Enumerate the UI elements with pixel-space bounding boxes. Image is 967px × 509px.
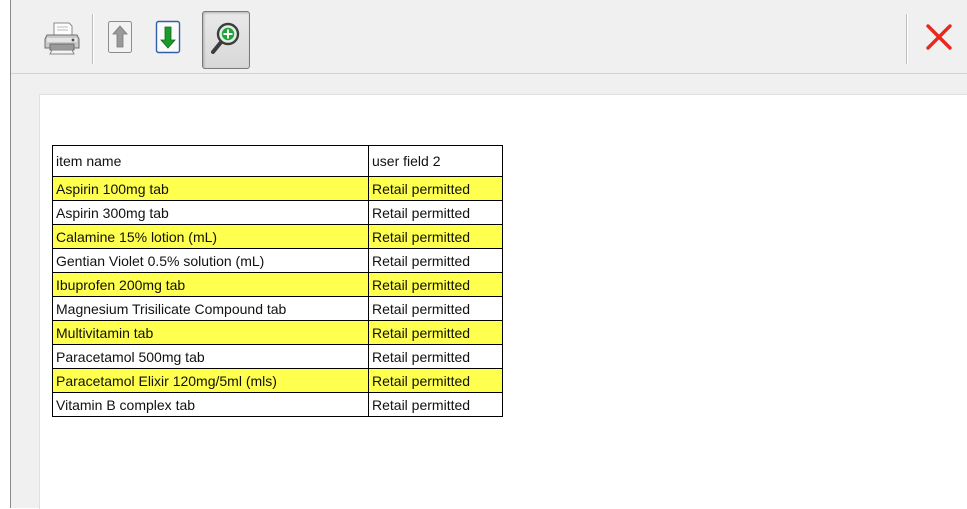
- item-name-cell: Magnesium Trisilicate Compound tab: [52, 296, 369, 321]
- user-field-2-cell: Retail permitted: [368, 344, 503, 369]
- print-button[interactable]: [40, 11, 84, 67]
- column-header-item-name: item name: [52, 145, 369, 177]
- item-name-cell: Calamine 15% lotion (mL): [52, 224, 369, 249]
- arrow-up-icon: [107, 20, 133, 59]
- item-name-cell: Vitamin B complex tab: [52, 392, 369, 417]
- item-name-cell: Ibuprofen 200mg tab: [52, 272, 369, 297]
- arrow-down-icon: [155, 20, 181, 59]
- table-row: Aspirin 100mg tab Retail permitted: [52, 176, 503, 201]
- table-header-row: item name user field 2: [52, 145, 503, 177]
- column-header-user-field-2: user field 2: [368, 145, 503, 177]
- page-down-button[interactable]: [146, 11, 190, 67]
- table-row: Magnesium Trisilicate Compound tab Retail…: [52, 296, 503, 321]
- table-row: Paracetamol Elixir 120mg/5ml (mls) Retail…: [52, 368, 503, 393]
- user-field-2-cell: Retail permitted: [368, 392, 503, 417]
- item-name-cell: Gentian Violet 0.5% solution (mL): [52, 248, 369, 273]
- item-name-cell: Paracetamol 500mg tab: [52, 344, 369, 369]
- close-button[interactable]: [914, 11, 964, 67]
- user-field-2-cell: Retail permitted: [368, 248, 503, 273]
- user-field-2-cell: Retail permitted: [368, 200, 503, 225]
- zoom-button[interactable]: [202, 11, 250, 69]
- user-field-2-cell: Retail permitted: [368, 224, 503, 249]
- table-row: Gentian Violet 0.5% solution (mL) Retail …: [52, 248, 503, 273]
- magnifier-plus-icon: [208, 19, 244, 62]
- item-name-cell: Aspirin 100mg tab: [52, 176, 369, 201]
- item-name-cell: Paracetamol Elixir 120mg/5ml (mls): [52, 368, 369, 393]
- item-name-cell: Multivitamin tab: [52, 320, 369, 345]
- table-row: Aspirin 300mg tab Retail permitted: [52, 200, 503, 225]
- table-row: Ibuprofen 200mg tab Retail permitted: [52, 272, 503, 297]
- user-field-2-cell: Retail permitted: [368, 320, 503, 345]
- close-icon: [922, 20, 956, 59]
- user-field-2-cell: Retail permitted: [368, 296, 503, 321]
- toolbar-separator: [906, 14, 908, 64]
- user-field-2-cell: Retail permitted: [368, 176, 503, 201]
- table-row: Paracetamol 500mg tab Retail permitted: [52, 344, 503, 369]
- user-field-2-cell: Retail permitted: [368, 272, 503, 297]
- toolbar-separator: [92, 14, 94, 64]
- table-row: Calamine 15% lotion (mL) Retail permitted: [52, 224, 503, 249]
- table-row: Multivitamin tab Retail permitted: [52, 320, 503, 345]
- item-name-cell: Aspirin 300mg tab: [52, 200, 369, 225]
- report-table: item name user field 2 Aspirin 100mg tab…: [52, 145, 503, 417]
- printer-icon: [42, 17, 82, 62]
- page-up-button[interactable]: [98, 11, 142, 67]
- table-row: Vitamin B complex tab Retail permitted: [52, 392, 503, 417]
- user-field-2-cell: Retail permitted: [368, 368, 503, 393]
